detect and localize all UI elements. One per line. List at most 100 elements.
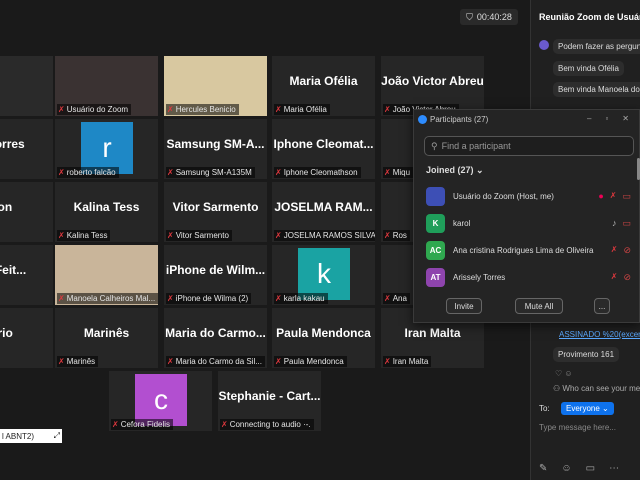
recipient-dropdown[interactable]: Everyone ⌄ [561,402,614,415]
keyboard-layout-hint: l ABNT2) ⤢ [0,429,62,443]
video-tile[interactable]: son [0,182,53,242]
tile-label: ✗ Hercules Benicio [166,104,239,115]
more-icon[interactable]: ⋯ [609,463,619,474]
video-tile[interactable]: Paula Mendonca ✗ Paula Mendonca [272,308,375,368]
video-tile[interactable] [0,56,53,116]
camera-icon[interactable]: ▭ [622,218,631,229]
participant-name: Kalina Tess [73,200,140,214]
chat-message: Provimento 161 [553,347,620,362]
tile-label: ✗ roberto falcão [57,167,119,178]
video-tile[interactable]: k ✗ karla kakau [272,245,375,305]
tile-label: ✗ Usuário do Zoom [57,104,132,115]
video-tile[interactable]: Kalina Tess ✗ Kalina Tess [55,182,158,242]
who-can-see[interactable]: ⚇ Who can see your me [553,384,640,393]
more-options-button[interactable]: ... [594,298,610,314]
video-tile[interactable]: ✗ Usuário do Zoom [55,56,158,116]
chat-toolbar: ✎ ☺ ▭ ⋯ [539,463,619,474]
avatar [539,40,549,50]
close-icon[interactable]: ✕ [622,114,629,123]
participant-name: karol [453,218,471,228]
muted-mic-icon: ✗ [275,231,282,240]
meeting-timer: ⛉ 00:40:28 [460,9,518,25]
participant-name: son [0,200,13,214]
avatar [426,186,445,206]
avatar: AC [426,240,445,260]
expand-icon[interactable]: ⤢ [54,431,62,441]
tile-label: ✗ Cefora Fidelis [111,419,174,430]
participant-name: e Torres [0,137,25,151]
video-tile[interactable]: on Feit...✗Feitosa [0,245,53,305]
participant-row[interactable]: AC Ana cristina Rodrigues Lima de Oliveir… [426,240,631,260]
video-tile[interactable]: e Torres✗rres [0,119,53,179]
tile-label: ✗ Iran Malta [383,356,432,367]
participant-name: Ana cristina Rodrigues Lima de Oliveira [453,245,594,255]
participant-name: Iran Malta [404,326,461,340]
muted-mic-icon: ✗ [167,357,174,366]
participants-panel: Participants (27) – ▫ ✕ ⚲ Find a particip… [413,109,640,323]
reaction-icon[interactable]: ♡ ☺ [555,369,573,378]
tile-label: ✗ Maria do Carmo da Sil... [166,356,265,367]
muted-mic-icon: ✗ [112,420,119,429]
participant-name: Samsung SM-A... [166,137,265,151]
participant-name: on Feit... [0,263,27,277]
participant-name: ório [0,326,13,340]
participant-row[interactable]: Usuário do Zoom (Host, me) ● ✗ ▭ [426,186,631,206]
muted-mic-icon[interactable]: ✗ [611,245,618,256]
camera-off-icon[interactable]: ⊘ [623,245,631,256]
invite-button[interactable]: Invite [446,298,482,314]
muted-mic-icon[interactable]: ✗ [610,191,617,202]
muted-mic-icon: ✗ [384,105,391,114]
file-icon[interactable]: ▭ [586,463,595,474]
camera-icon[interactable]: ▭ [622,191,631,202]
video-tile[interactable]: Stephanie - Cart... ✗ Connecting to audio … [218,371,321,431]
video-tile[interactable]: ✗ Hercules Benicio [164,56,267,116]
mic-icon[interactable]: ♪ [612,218,617,229]
participant-name: Maria do Carmo... [165,326,266,340]
chat-input[interactable]: Type message here... [539,423,616,432]
video-tile[interactable]: Iphone Cleomat... ✗ Iphone Cleomathson [272,119,375,179]
video-tile[interactable]: iPhone de Wilm... ✗ iPhone de Wilma (2) [164,245,267,305]
video-tile[interactable]: ório [0,308,53,368]
maximize-icon[interactable]: ▫ [605,114,608,123]
people-icon: ⚇ [553,384,563,393]
participant-name: iPhone de Wilm... [165,263,266,277]
video-tile[interactable]: Maria do Carmo... ✗ Maria do Carmo da Sil.… [164,308,267,368]
tile-label: ✗ Iphone Cleomathson [274,167,361,178]
video-tile[interactable]: João Victor Abreu✗João Victor Abreu [381,56,484,116]
muted-mic-icon: ✗ [275,357,282,366]
muted-mic-icon: ✗ [221,420,228,429]
joined-header[interactable]: Joined (27) ⌄ [426,165,484,176]
muted-mic-icon: ✗ [58,168,65,177]
muted-mic-icon: ✗ [58,294,65,303]
tile-label: ✗ Vitor Sarmento [166,230,232,241]
muted-mic-icon: ✗ [58,105,65,114]
video-tile[interactable]: Maria Ofélia ✗ Maria Ofélia [272,56,375,116]
participant-name: Stephanie - Cart... [218,389,321,403]
muted-mic-icon: ✗ [275,105,282,114]
shield-icon: ⛉ [466,11,473,22]
tile-label: ✗ JOSELMA RAMOS SILVA [274,230,375,241]
chat-message: Podem fazer as pergunt [553,39,640,54]
muted-mic-icon: ✗ [58,231,65,240]
video-tile[interactable]: Vitor Sarmento ✗ Vitor Sarmento [164,182,267,242]
tile-label: ✗ Connecting to audio ·-. [220,419,314,430]
video-tile[interactable]: c ✗ Cefora Fidelis [109,371,212,431]
format-icon[interactable]: ✎ [539,463,547,474]
video-tile[interactable]: Samsung SM-A... ✗ Samsung SM-A135M [164,119,267,179]
chat-title: Reunião Zoom de Usuário [539,12,640,22]
camera-off-icon[interactable]: ⊘ [623,272,631,283]
video-tile[interactable]: ✗ Manoela Calheiros Mal... [55,245,158,305]
minimize-icon[interactable]: – [587,114,591,123]
participant-controls: ✗ ⊘ [611,272,631,283]
participant-row[interactable]: Kkarol ♪ ▭ [426,213,631,233]
video-tile[interactable]: JOSELMA RAM... ✗ JOSELMA RAMOS SILVA [272,182,375,242]
emoji-icon[interactable]: ☺ [561,463,571,474]
tile-label: ✗ Kalina Tess [57,230,111,241]
chat-link[interactable]: ASSINADO %20(excerto [559,330,640,339]
mute-all-button[interactable]: Mute All [515,298,563,314]
video-tile[interactable]: r ✗ roberto falcão [55,119,158,179]
video-tile[interactable]: Marinês ✗ Marinês [55,308,158,368]
muted-mic-icon[interactable]: ✗ [611,272,618,283]
participant-search[interactable]: ⚲ Find a participant [424,136,634,156]
participant-row[interactable]: AT Arissely Torres ✗ ⊘ [426,267,631,287]
